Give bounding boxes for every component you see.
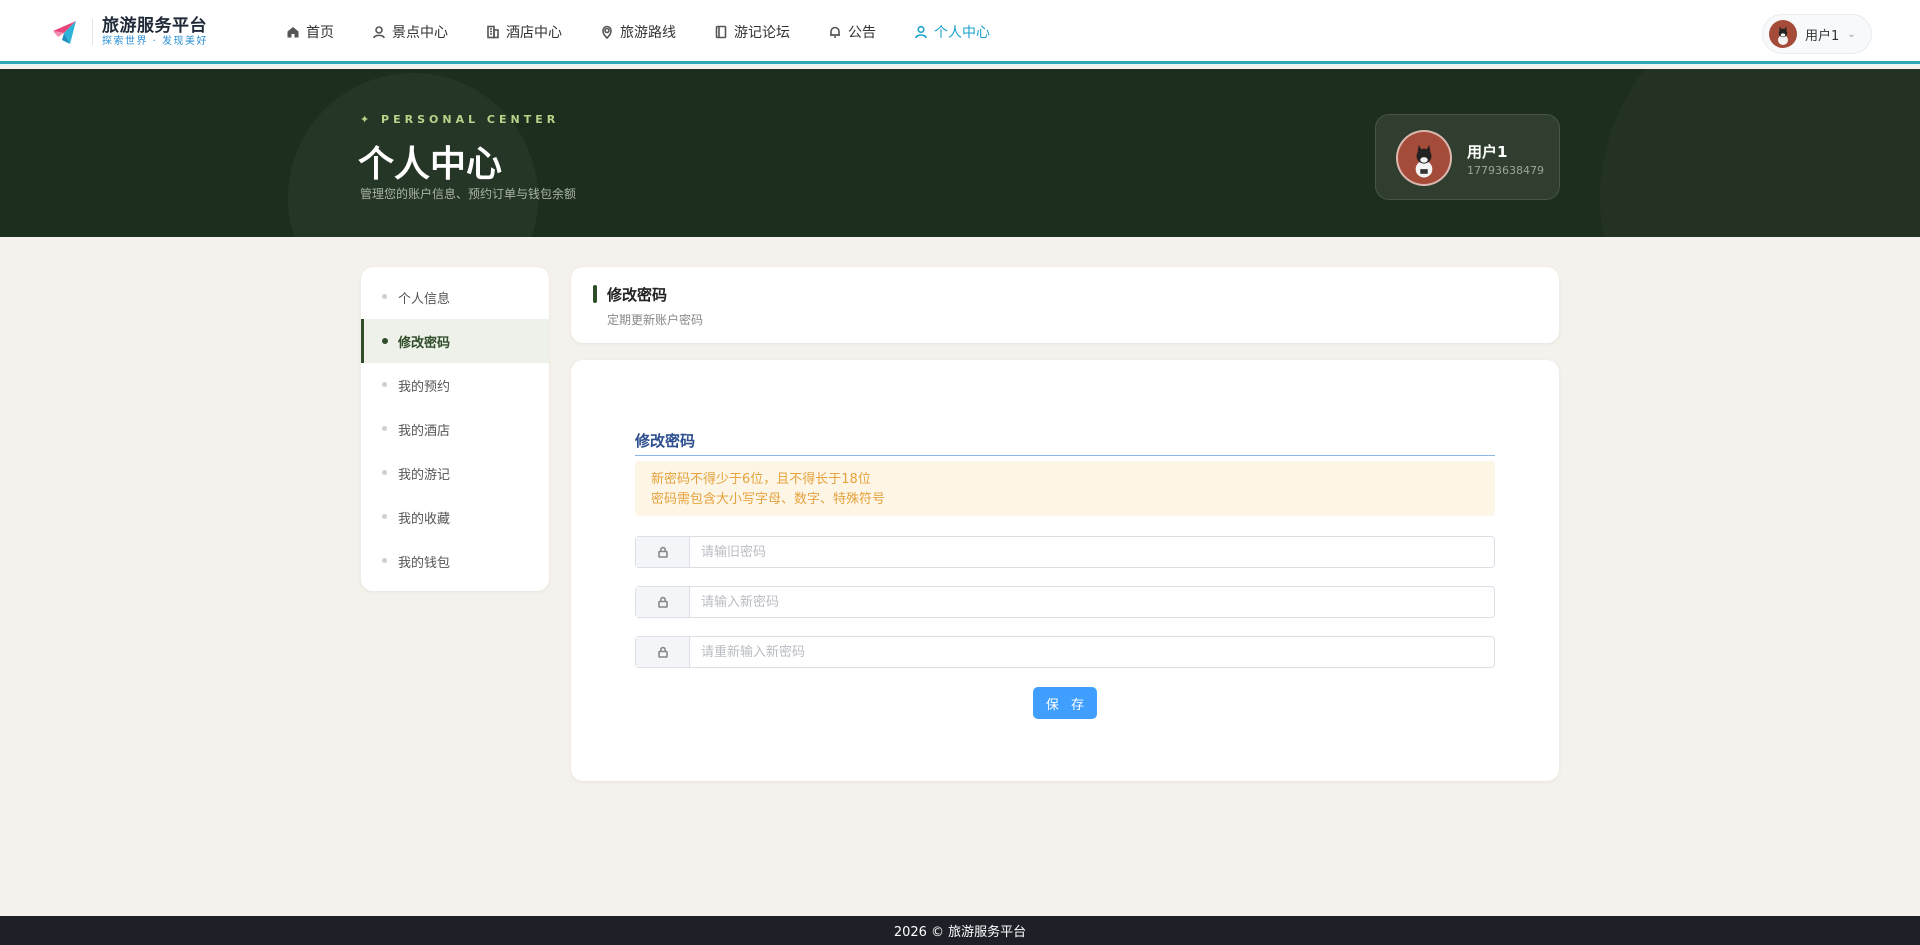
nav-item-personal-center[interactable]: 个人中心 — [914, 22, 990, 42]
sidebar-item-label: 个人信息 — [398, 291, 451, 307]
nav-item-notice[interactable]: 公告 — [828, 22, 876, 42]
chevron-down-icon: ⌄ — [1847, 28, 1856, 40]
sidebar-item-label: 修改密码 — [398, 335, 451, 351]
home-icon — [287, 27, 299, 38]
bullet-dot — [382, 294, 387, 299]
sidebar-item-profile[interactable]: 个人信息 — [361, 275, 549, 319]
hero-tag: ✦ PERSONAL CENTER — [360, 113, 560, 126]
profile-avatar — [1396, 130, 1452, 186]
profile-name: 用户1 — [1467, 143, 1508, 161]
personal-sidebar: 个人信息 修改密码 我的预约 我的酒店 我的游记 我的收藏 我的钱包 — [361, 267, 549, 591]
old-password-field — [635, 536, 1495, 568]
sidebar-item-favorites[interactable]: 我的收藏 — [361, 495, 549, 539]
section-title: 修改密码 — [607, 286, 668, 304]
user-menu-dropdown[interactable]: 用户1 ⌄ — [1762, 14, 1872, 54]
lock-icon — [657, 596, 668, 608]
nav-item-routes[interactable]: 旅游路线 — [600, 22, 676, 42]
bullet-dot — [382, 338, 388, 344]
nav-label: 个人中心 — [934, 25, 990, 41]
brand-slogan: 探索世界 · 发现美好 — [102, 36, 209, 47]
old-password-input[interactable] — [690, 537, 1494, 567]
sidebar-item-label: 我的收藏 — [398, 511, 451, 527]
bullet-dot — [382, 558, 387, 563]
sidebar-item-travel-notes[interactable]: 我的游记 — [361, 451, 549, 495]
nav-label: 旅游路线 — [620, 25, 676, 41]
brand[interactable]: 旅游服务平台 探索世界 · 发现美好 — [50, 16, 208, 48]
sidebar-item-label: 我的酒店 — [398, 423, 451, 439]
save-button[interactable]: 保 存 — [1033, 687, 1097, 719]
nav-item-attractions[interactable]: 景点中心 — [372, 22, 448, 42]
lock-icon — [657, 646, 668, 658]
confirm-password-field — [635, 636, 1495, 668]
field-prepend — [636, 537, 690, 567]
bullet-dot — [382, 470, 387, 475]
nav-label: 景点中心 — [392, 25, 448, 41]
page-subtitle: 管理您的账户信息、预约订单与钱包余额 — [360, 187, 577, 201]
nav-item-hotels[interactable]: 酒店中心 — [486, 22, 562, 42]
sidebar-item-wallet[interactable]: 我的钱包 — [361, 539, 549, 583]
password-rules-alert: 新密码不得少于6位，且不得长于18位 密码需包含大小写字母、数字、特殊符号 — [635, 461, 1495, 516]
sidebar-item-reservations[interactable]: 我的预约 — [361, 363, 549, 407]
hero-decoration-circle — [1600, 69, 1920, 237]
sidebar-item-label: 我的预约 — [398, 379, 451, 395]
user-profile-card: 用户1 17793638479 — [1375, 114, 1560, 200]
bell-icon — [830, 26, 840, 38]
sidebar-item-hotels[interactable]: 我的酒店 — [361, 407, 549, 451]
hero-banner: ✦ PERSONAL CENTER 个人中心 管理您的账户信息、预约订单与钱包余… — [0, 69, 1920, 237]
section-subtitle: 定期更新账户密码 — [607, 313, 704, 327]
brand-divider — [92, 19, 93, 45]
change-password-form: 修改密码 新密码不得少于6位，且不得长于18位 密码需包含大小写字母、数字、特殊… — [571, 360, 1559, 781]
nav-label: 酒店中心 — [506, 25, 562, 41]
avatar — [1769, 20, 1797, 48]
nav-item-home[interactable]: 首页 — [286, 22, 334, 42]
form-title: 修改密码 — [635, 430, 1495, 456]
nav-label: 公告 — [848, 25, 876, 41]
building-icon — [487, 25, 499, 39]
footer-copyright: 2026 © 旅游服务平台 — [893, 925, 1027, 940]
bullet-dot — [382, 382, 387, 387]
main-nav: 首页 景点中心 酒店中心 旅游路线 游记论坛 公告 个人中心 — [286, 0, 1028, 64]
section-header-card: 修改密码 定期更新账户密码 — [571, 267, 1559, 343]
user-pin-icon — [373, 26, 385, 39]
new-password-input[interactable] — [690, 587, 1494, 617]
brand-name: 旅游服务平台 — [102, 16, 207, 36]
page-title: 个人中心 — [358, 143, 503, 185]
brand-text: 旅游服务平台 探索世界 · 发现美好 — [102, 16, 208, 48]
field-prepend — [636, 587, 690, 617]
sidebar-item-label: 我的游记 — [398, 467, 451, 483]
airplane-logo-icon — [53, 21, 76, 44]
field-prepend — [636, 637, 690, 667]
footer: 2026 © 旅游服务平台 — [0, 916, 1920, 945]
sidebar-item-change-password[interactable]: 修改密码 — [361, 319, 549, 363]
user-icon — [915, 25, 927, 39]
avatar-cat-icon — [1415, 145, 1433, 178]
bullet-dot — [382, 426, 387, 431]
section-accent-bar — [593, 285, 597, 303]
confirm-password-input[interactable] — [690, 637, 1494, 667]
password-rule-length: 新密码不得少于6位，且不得长于18位 — [651, 472, 871, 487]
avatar-cat-icon — [1778, 26, 1788, 45]
sidebar-item-label: 我的钱包 — [398, 555, 451, 571]
nav-label: 首页 — [306, 25, 334, 41]
nav-label: 游记论坛 — [734, 25, 790, 41]
top-navbar: 旅游服务平台 探索世界 · 发现美好 首页 景点中心 酒店中心 旅游路线 游记论… — [0, 0, 1920, 66]
route-icon — [602, 25, 612, 39]
notebook-icon — [715, 25, 727, 39]
password-rule-complexity: 密码需包含大小写字母、数字、特殊符号 — [651, 492, 886, 507]
nav-item-forum[interactable]: 游记论坛 — [714, 22, 790, 42]
user-menu-name: 用户1 — [1805, 28, 1840, 44]
profile-phone: 17793638479 — [1467, 164, 1544, 177]
bullet-dot — [382, 514, 387, 519]
new-password-field — [635, 586, 1495, 618]
lock-icon — [657, 546, 668, 558]
